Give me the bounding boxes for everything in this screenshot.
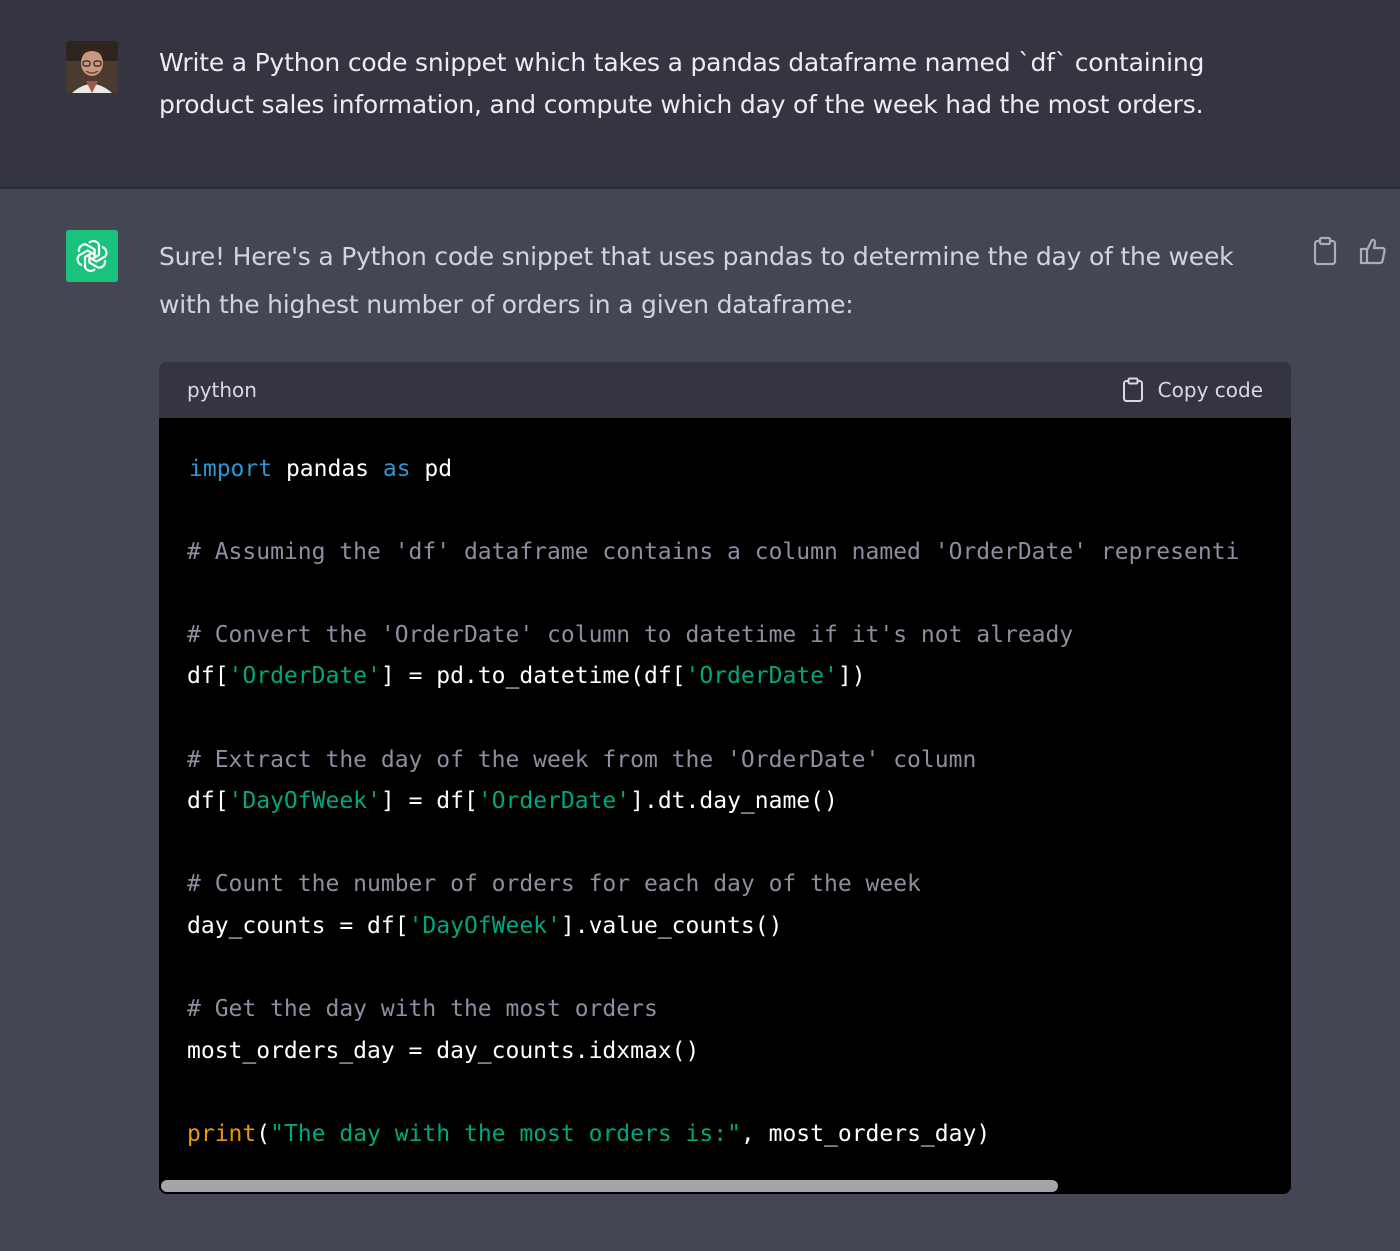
- code-line: df['OrderDate'] = pd.to_datetime(df['Ord…: [187, 663, 866, 689]
- code-token: "The day with the most orders is:": [270, 1121, 741, 1147]
- code-token: day_counts = df[: [187, 913, 409, 939]
- thumbs-up-icon: [1359, 238, 1386, 265]
- code-token: , most_orders_day): [740, 1121, 991, 1147]
- code-token: print: [187, 1121, 257, 1147]
- horizontal-scrollbar[interactable]: [159, 1178, 1291, 1194]
- copy-code-button[interactable]: Copy code: [1122, 377, 1263, 403]
- code-token: 'OrderDate': [685, 663, 838, 689]
- code-line: # Count the number of orders for each da…: [187, 871, 921, 897]
- code-block: python Copy code import pandas as pd # A…: [159, 362, 1291, 1194]
- code-line: # Extract the day of the week from the '…: [187, 747, 977, 773]
- code-token: import: [189, 456, 273, 482]
- code-token: as: [382, 456, 411, 482]
- code-token: ].dt.day_name(): [630, 788, 838, 814]
- clipboard-icon: [1313, 236, 1337, 266]
- code-token: pd: [410, 456, 453, 482]
- code-language-label: python: [187, 378, 257, 402]
- code-line: print("The day with the most orders is:"…: [187, 1121, 990, 1147]
- assistant-message-text: Sure! Here's a Python code snippet that …: [159, 242, 1234, 319]
- code-line: import pandas as pd: [189, 456, 452, 482]
- scrollbar-thumb[interactable]: [161, 1180, 1058, 1192]
- code-token: ]): [837, 663, 866, 689]
- code-line: # Assuming the 'df' dataframe contains a…: [187, 539, 1240, 565]
- message-actions: [1310, 236, 1388, 266]
- code-token: ] = pd.to_datetime(df[: [380, 663, 686, 689]
- code-token: 'OrderDate': [477, 788, 631, 814]
- thumbs-up-button[interactable]: [1358, 236, 1388, 266]
- clipboard-icon: [1122, 377, 1143, 402]
- code-token: 'DayOfWeek': [228, 788, 381, 814]
- code-token: (: [256, 1121, 271, 1147]
- user-message-text: Write a Python code snippet which takes …: [159, 48, 1205, 119]
- code-content[interactable]: import pandas as pd # Assuming the 'df' …: [159, 418, 1291, 1194]
- assistant-message: Sure! Here's a Python code snippet that …: [0, 189, 1400, 1251]
- copy-code-label: Copy code: [1157, 378, 1263, 402]
- code-token: pandas: [272, 456, 383, 482]
- code-line: day_counts = df['DayOfWeek'].value_count…: [187, 913, 782, 939]
- user-avatar: [66, 41, 118, 93]
- code-line: # Get the day with the most orders: [187, 996, 658, 1022]
- code-token: ].value_counts(): [560, 913, 783, 939]
- code-token: ] = df[: [380, 788, 478, 814]
- code-token: 'DayOfWeek': [408, 913, 561, 939]
- code-line: most_orders_day = day_counts.idxmax(): [187, 1038, 700, 1064]
- code-line: # Convert the 'OrderDate' column to date…: [187, 622, 1074, 648]
- code-token: df[: [187, 663, 229, 689]
- openai-logo-icon: [66, 230, 118, 282]
- copy-message-button[interactable]: [1310, 236, 1340, 266]
- code-token: df[: [187, 788, 229, 814]
- code-block-header: python Copy code: [159, 362, 1291, 418]
- user-message: Write a Python code snippet which takes …: [0, 0, 1400, 189]
- code-token: 'OrderDate': [228, 663, 381, 689]
- code-line: df['DayOfWeek'] = df['OrderDate'].dt.day…: [187, 788, 838, 814]
